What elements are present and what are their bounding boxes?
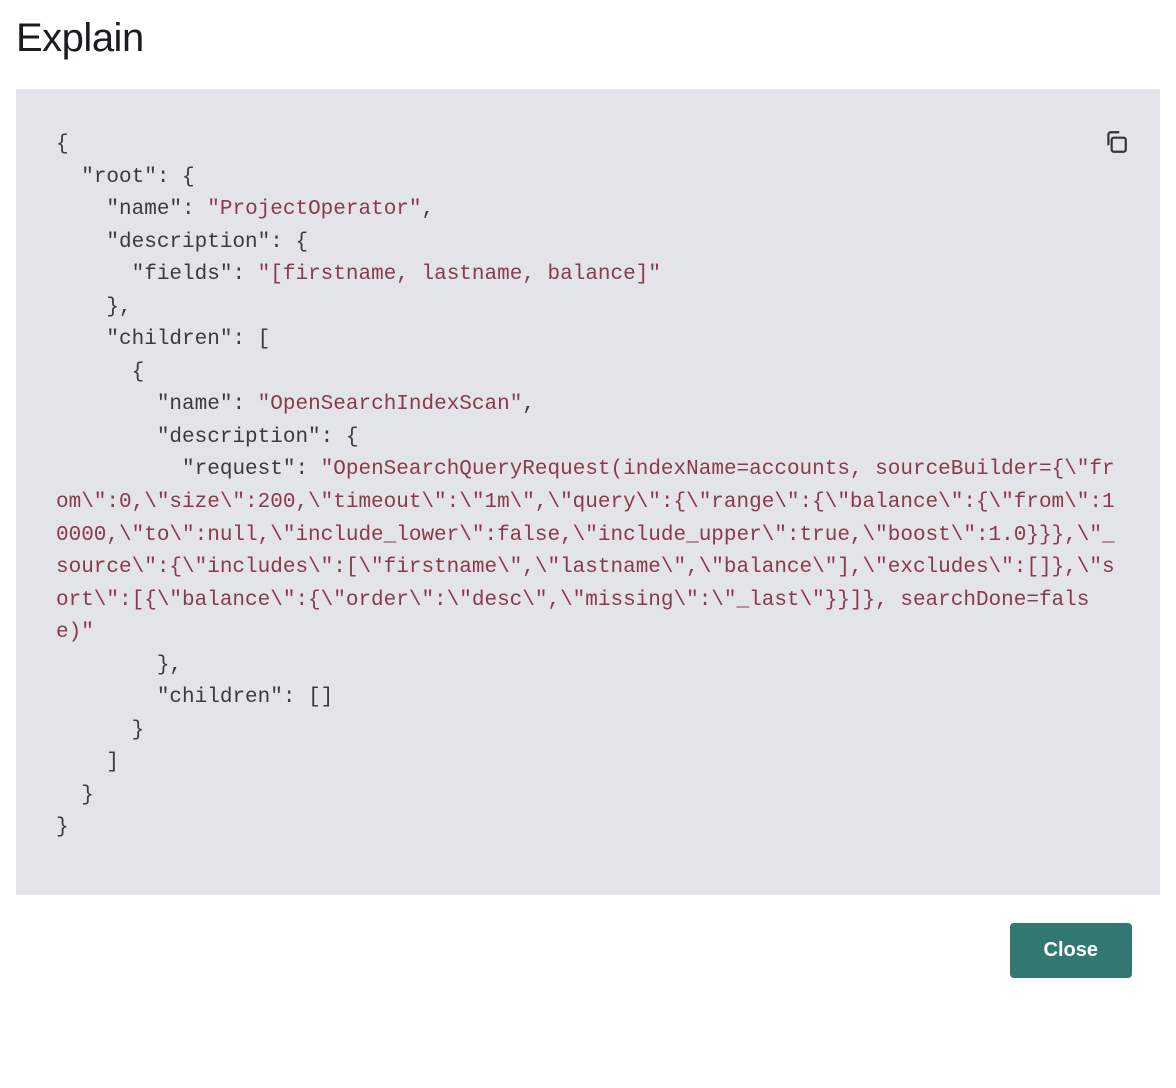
modal-title: Explain [16,16,1160,61]
explain-modal: Explain { "root": { "name": "ProjectOper… [0,0,1176,1002]
copy-icon [1103,129,1129,155]
copy-button[interactable] [1102,129,1130,157]
modal-footer: Close [16,923,1160,978]
code-panel: { "root": { "name": "ProjectOperator", "… [16,89,1160,895]
code-content: { "root": { "name": "ProjectOperator", "… [56,129,1120,845]
close-button[interactable]: Close [1010,923,1132,978]
